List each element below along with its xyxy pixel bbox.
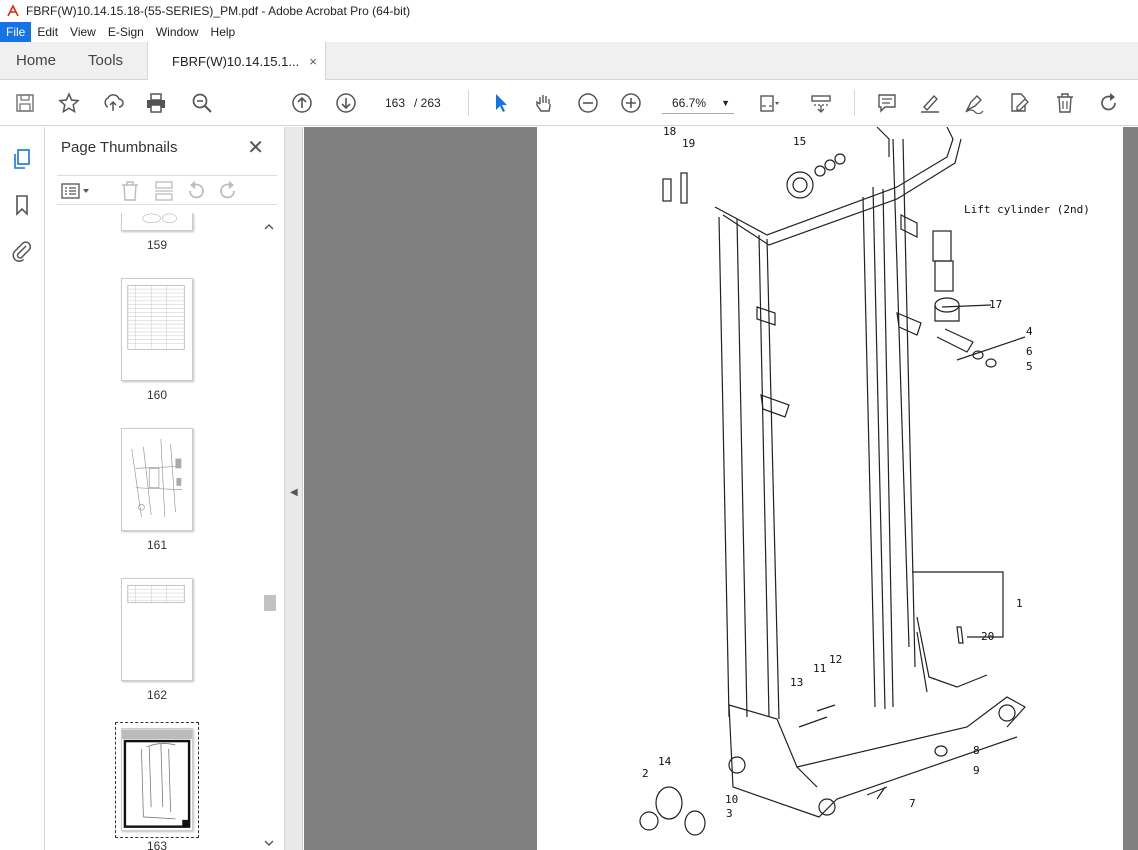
save-icon[interactable]	[12, 90, 38, 116]
callout-label: 18	[663, 127, 676, 138]
menu-file[interactable]: File	[0, 22, 32, 42]
zoom-select[interactable]: 66.7% ▼	[662, 92, 734, 114]
callout-label: 3	[726, 807, 733, 820]
thumbnail-page[interactable]	[121, 213, 193, 231]
callout-label: 4	[1026, 325, 1033, 338]
thumbnail-page[interactable]	[121, 428, 193, 531]
diagram-title: Lift cylinder (2nd)	[964, 203, 1090, 216]
tab-home[interactable]: Home	[0, 42, 72, 79]
page-thumbnails-panel: Page Thumbnails ✕ 159 160 161 162 163	[45, 127, 285, 850]
callout-label: 15	[793, 135, 806, 148]
zoom-in-icon[interactable]	[618, 90, 644, 116]
menu-edit[interactable]: Edit	[31, 22, 64, 42]
parts-diagram: Lift cylinder (2nd) 18 19 15 17 4 6 5 1 …	[639, 127, 1090, 836]
highlight-pen-icon[interactable]	[917, 90, 943, 116]
thumbnail-scrollbar[interactable]	[262, 220, 276, 850]
chevron-down-icon: ▼	[721, 98, 730, 108]
thumbnail-label: 159	[146, 238, 168, 252]
scroll-up-icon[interactable]	[262, 222, 276, 232]
next-page-icon[interactable]	[333, 90, 359, 116]
tab-bar: Home Tools FBRF(W)10.14.15.1... ×	[0, 42, 1138, 81]
comment-icon[interactable]	[874, 90, 900, 116]
previous-page-icon[interactable]	[289, 90, 315, 116]
panel-collapse-handle[interactable]: ◀	[285, 127, 303, 850]
callout-label: 11	[813, 662, 826, 675]
options-menu-icon[interactable]	[61, 180, 91, 202]
thumbnail-label: 161	[146, 538, 168, 552]
thumbnail-page[interactable]	[121, 278, 193, 381]
thumbnail-page[interactable]	[121, 578, 193, 681]
title-bar: FBRF(W)10.14.15.18-(55-SERIES)_PM.pdf - …	[0, 0, 1138, 22]
callout-label: 9	[973, 764, 980, 777]
tab-tools[interactable]: Tools	[72, 42, 139, 79]
thumbnail-list: 159 160 161 162 163	[57, 213, 265, 850]
menu-esign[interactable]: E-Sign	[102, 22, 150, 42]
panel-close-icon[interactable]: ✕	[247, 135, 264, 160]
scroll-mode-icon[interactable]	[808, 90, 834, 116]
document-viewport[interactable]: Lift cylinder (2nd) 18 19 15 17 4 6 5 1 …	[304, 127, 1138, 850]
toolbar-divider	[854, 90, 855, 116]
edit-pdf-icon[interactable]	[1006, 90, 1032, 116]
tab-document-label: FBRF(W)10.14.15.1...	[172, 54, 300, 69]
thumbnail-label: 162	[146, 688, 168, 702]
attachment-icon[interactable]	[10, 239, 34, 263]
toolbar-divider	[468, 90, 469, 116]
menu-view[interactable]: View	[64, 22, 102, 42]
callout-label: 19	[682, 137, 695, 150]
callout-label: 6	[1026, 345, 1033, 358]
left-nav-rail	[0, 127, 45, 850]
rotate-ccw-icon	[185, 180, 207, 202]
callout-label: 20	[981, 630, 994, 643]
menu-help[interactable]: Help	[205, 22, 242, 42]
callout-label: 10	[725, 793, 738, 806]
menu-bar: File Edit View E-Sign Window Help	[0, 22, 1138, 42]
callout-label: 1	[1016, 597, 1023, 610]
page-number-input[interactable]: 163	[378, 92, 412, 114]
window-title: FBRF(W)10.14.15.18-(55-SERIES)_PM.pdf - …	[26, 4, 411, 18]
panel-title: Page Thumbnails	[61, 139, 178, 156]
callout-label: 13	[790, 676, 803, 689]
menu-window[interactable]: Window	[150, 22, 205, 42]
zoom-search-icon[interactable]	[189, 90, 215, 116]
acrobat-icon	[7, 4, 19, 17]
callout-label: 17	[989, 298, 1002, 311]
select-cursor-icon[interactable]	[488, 90, 514, 116]
rotate-cw-icon	[217, 180, 239, 202]
draw-pen-icon[interactable]	[961, 90, 987, 116]
callout-label: 12	[829, 653, 842, 666]
tab-document[interactable]: FBRF(W)10.14.15.1... ×	[147, 42, 326, 81]
callout-label: 2	[642, 767, 649, 780]
collapse-arrow-icon[interactable]: ◀	[290, 487, 298, 498]
print-icon[interactable]	[143, 90, 169, 116]
zoom-value: 66.7%	[672, 96, 707, 110]
bookmark-star-icon[interactable]	[56, 90, 82, 116]
page-thumbnails-icon[interactable]	[10, 147, 34, 171]
panel-toolbar	[57, 175, 277, 205]
callout-label: 7	[909, 797, 916, 810]
thumbnail-page-current[interactable]	[121, 728, 193, 831]
thumbnail-label: 163	[146, 839, 168, 850]
thumbnail-label: 160	[146, 388, 168, 402]
bookmark-icon[interactable]	[10, 193, 34, 217]
callout-label: 8	[973, 744, 980, 757]
hand-tool-icon[interactable]	[531, 90, 557, 116]
rotate-redo-icon[interactable]	[1096, 90, 1122, 116]
scrollbar-thumb[interactable]	[264, 595, 276, 611]
callout-label: 5	[1026, 360, 1033, 373]
page-fit-icon[interactable]	[756, 90, 782, 116]
share-upload-icon[interactable]	[100, 90, 126, 116]
tab-close-icon[interactable]: ×	[309, 54, 317, 69]
insert-page-icon	[153, 180, 175, 202]
page-total: / 263	[414, 96, 441, 110]
delete-trash-icon[interactable]	[1052, 90, 1078, 116]
callout-label: 14	[658, 755, 672, 768]
pdf-page: Lift cylinder (2nd) 18 19 15 17 4 6 5 1 …	[537, 127, 1123, 850]
zoom-out-icon[interactable]	[575, 90, 601, 116]
scroll-down-icon[interactable]	[262, 838, 276, 848]
delete-page-icon	[119, 180, 141, 202]
toolbar: 163 / 263 66.7% ▼	[0, 80, 1138, 126]
